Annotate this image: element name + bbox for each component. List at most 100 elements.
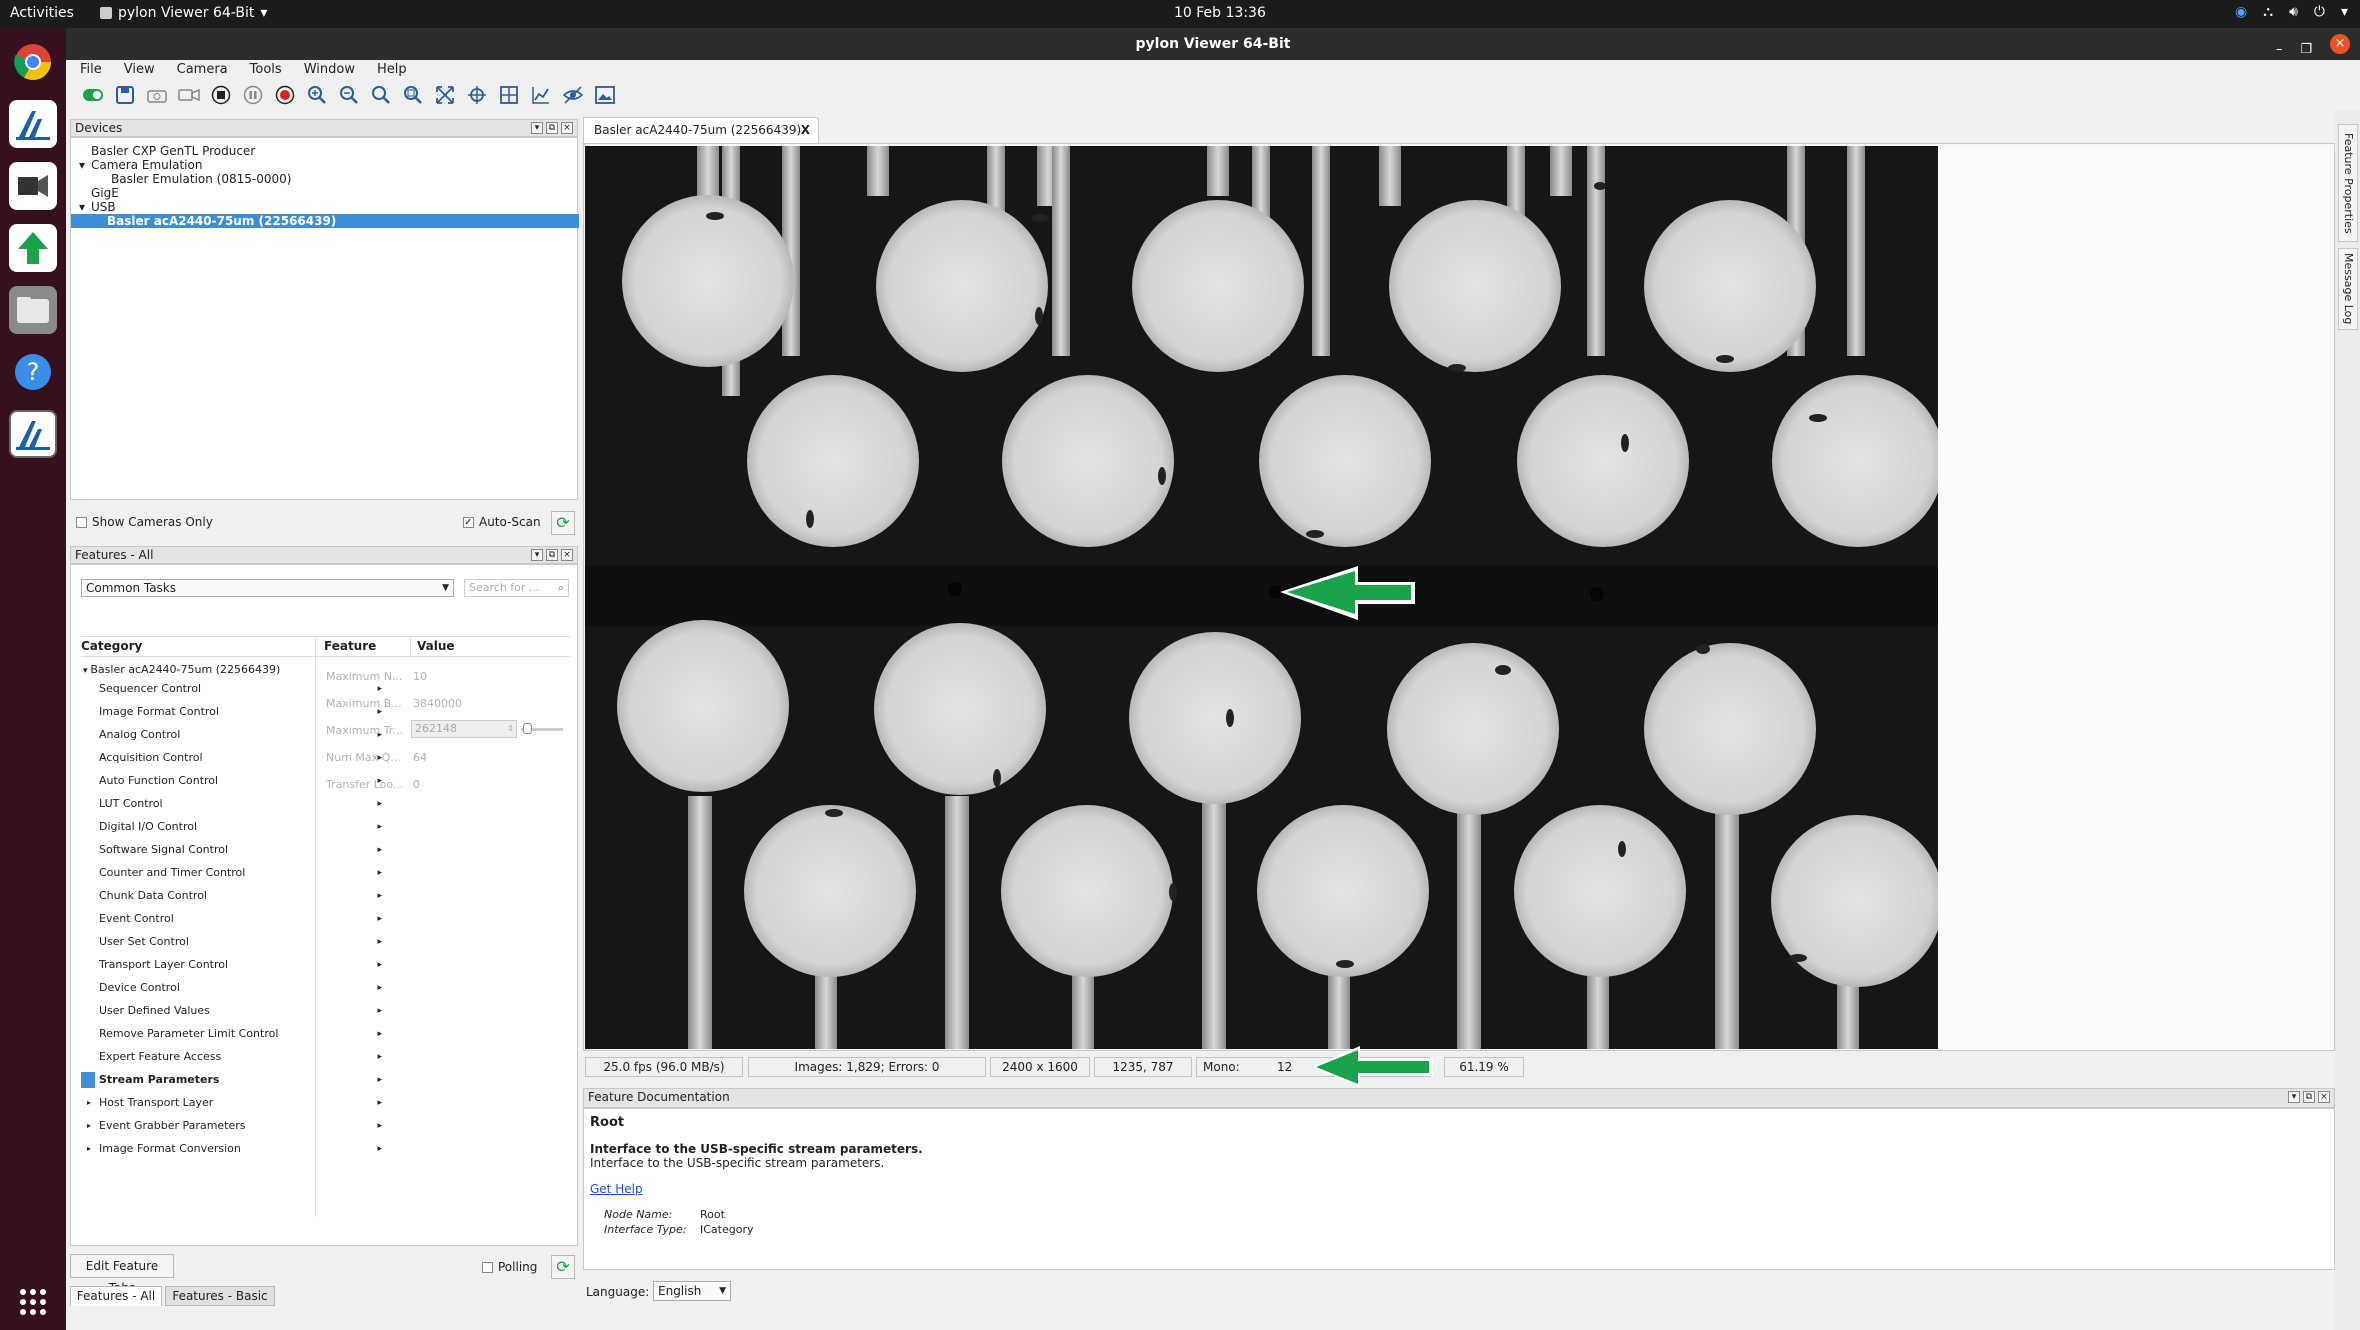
close-icon[interactable]: ×: [561, 122, 573, 134]
show-apps-icon[interactable]: [9, 1278, 57, 1326]
category-expert-feature-access[interactable]: Expert Feature Access ▸: [99, 1047, 384, 1067]
zoom-fit-icon[interactable]: [400, 82, 426, 108]
category-user-set-control[interactable]: User Set Control ▸: [99, 932, 384, 952]
close-icon[interactable]: ×: [2330, 34, 2350, 54]
column-header-category[interactable]: Category: [81, 637, 142, 655]
search-input[interactable]: Search for ... ⌕: [464, 579, 569, 597]
collapse-icon[interactable]: ▾: [531, 549, 543, 561]
power-icon[interactable]: ⏻: [2314, 4, 2325, 20]
stop-icon[interactable]: [208, 82, 234, 108]
column-header-feature[interactable]: Feature: [324, 637, 376, 655]
tab-message-log[interactable]: Message Log: [2338, 248, 2358, 330]
category-lut-control[interactable]: LUT Control ▸: [99, 794, 384, 814]
save-icon[interactable]: [112, 82, 138, 108]
expander-icon[interactable]: ▾: [79, 200, 91, 214]
category-event-control[interactable]: Event Control ▸: [99, 909, 384, 929]
refresh-devices-button[interactable]: ⟳: [551, 511, 575, 535]
feature-name[interactable]: Transfer Loo...: [326, 778, 403, 791]
volume-icon[interactable]: 🔊︎: [2289, 4, 2298, 20]
menu-view[interactable]: View: [124, 60, 155, 80]
tree-item-cxp[interactable]: Basler CXP GenTL Producer: [75, 144, 577, 158]
collapse-icon[interactable]: ▾: [531, 122, 543, 134]
category-chunk-data-control[interactable]: Chunk Data Control ▸: [99, 886, 384, 906]
refresh-features-button[interactable]: ⟳: [551, 1255, 575, 1279]
close-icon[interactable]: ×: [561, 549, 573, 561]
activities-button[interactable]: Activities: [10, 5, 74, 21]
feature-name[interactable]: Maximum Tr...: [326, 724, 403, 737]
single-shot-icon[interactable]: [144, 82, 170, 108]
category-device-control[interactable]: Device Control ▸: [99, 978, 384, 998]
category-root[interactable]: ▾ Basler acA2440-75um (22566439): [83, 661, 280, 680]
tab-features-basic[interactable]: Features - Basic: [165, 1286, 275, 1306]
get-help-link[interactable]: Get Help: [590, 1182, 2328, 1196]
expander-icon[interactable]: ▸: [87, 1116, 91, 1136]
update-icon[interactable]: ◉: [2235, 4, 2247, 20]
category-image-format-conversion[interactable]: ▸ Image Format Conversion ▸: [87, 1139, 384, 1159]
checkbox-checked-icon[interactable]: ✓: [463, 517, 474, 528]
menu-tools[interactable]: Tools: [250, 60, 282, 80]
max-transfer-spinbox[interactable]: 262148 ⇕: [411, 720, 517, 738]
chrome-icon[interactable]: [9, 38, 57, 86]
app-menu[interactable]: pylon Viewer 64-Bit ▾: [100, 5, 267, 21]
common-tasks-dropdown[interactable]: Common Tasks ▼: [81, 579, 454, 597]
help-icon[interactable]: ?: [9, 348, 57, 396]
camera-tool-icon[interactable]: [9, 162, 57, 210]
hide-overlay-icon[interactable]: [560, 82, 586, 108]
menu-file[interactable]: File: [80, 60, 102, 80]
files-icon[interactable]: [9, 286, 57, 334]
zoom-in-icon[interactable]: [304, 82, 330, 108]
tree-item-emulation-camera[interactable]: Basler Emulation (0815-0000): [75, 172, 577, 186]
close-icon[interactable]: ×: [2318, 1091, 2330, 1103]
upload-icon[interactable]: [9, 224, 57, 272]
checkbox-icon[interactable]: [76, 517, 87, 528]
column-header-value[interactable]: Value: [417, 637, 455, 655]
category-host-transport-layer[interactable]: ▸ Host Transport Layer ▸: [87, 1093, 384, 1113]
collapse-icon[interactable]: ▾: [2288, 1091, 2300, 1103]
tree-item-camera-emulation[interactable]: ▾ Camera Emulation: [75, 158, 577, 172]
expander-icon[interactable]: ▸: [87, 1139, 91, 1159]
close-tab-icon[interactable]: X: [801, 118, 810, 143]
network-icon[interactable]: ⛬: [2263, 4, 2273, 20]
camera-image[interactable]: [585, 146, 1938, 1049]
spin-arrows-icon[interactable]: ⇕: [507, 721, 514, 737]
auto-scan-checkbox[interactable]: ✓ Auto-Scan: [463, 515, 541, 529]
menu-camera[interactable]: Camera: [177, 60, 228, 80]
language-dropdown[interactable]: English ▼: [653, 1281, 731, 1301]
category-event-grabber-parameters[interactable]: ▸ Event Grabber Parameters ▸: [87, 1116, 384, 1136]
float-icon[interactable]: ⧉: [546, 122, 558, 134]
edit-feature-tabs-button[interactable]: Edit Feature Tabs: [70, 1254, 174, 1295]
chevron-down-icon[interactable]: ▾: [2341, 4, 2348, 20]
show-cameras-only-checkbox[interactable]: Show Cameras Only: [76, 515, 213, 529]
zoom-100-icon[interactable]: [368, 82, 394, 108]
float-icon[interactable]: ⧉: [546, 549, 558, 561]
category-stream-parameters-selected[interactable]: Stream Parameters ▸: [81, 1070, 384, 1090]
image-document-tab[interactable]: Basler acA2440-75um (22566439) X: [583, 117, 819, 143]
pylon-viewer-icon[interactable]: [9, 100, 57, 148]
category-user-defined-values[interactable]: User Defined Values ▸: [99, 1001, 384, 1021]
record-icon[interactable]: [272, 82, 298, 108]
feature-name[interactable]: Maximum B...: [326, 697, 402, 710]
image-icon[interactable]: [592, 82, 618, 108]
slider-handle[interactable]: [523, 723, 532, 734]
crosshair-icon[interactable]: [464, 82, 490, 108]
category-software-signal-control[interactable]: Software Signal Control ▸: [99, 840, 384, 860]
tree-item-usb-camera-selected[interactable]: Basler acA2440-75um (22566439): [71, 214, 579, 228]
system-tray[interactable]: ◉ ⛬ 🔊︎ ⏻ ▾: [2235, 4, 2348, 20]
zoom-out-icon[interactable]: [336, 82, 362, 108]
category-counter-timer-control[interactable]: Counter and Timer Control ▸: [99, 863, 384, 883]
expander-icon[interactable]: ▸: [87, 1093, 91, 1113]
checkbox-icon[interactable]: [482, 1262, 493, 1273]
tab-features-all[interactable]: Features - All: [70, 1286, 162, 1306]
grid-icon[interactable]: [496, 82, 522, 108]
continuous-shot-icon[interactable]: [176, 82, 202, 108]
tree-item-usb[interactable]: ▾ USB: [75, 200, 577, 214]
pause-icon[interactable]: [240, 82, 266, 108]
fullscreen-icon[interactable]: [432, 82, 458, 108]
menu-help[interactable]: Help: [377, 60, 407, 80]
category-remove-parameter-limit[interactable]: Remove Parameter Limit Control ▸: [99, 1024, 384, 1044]
category-digital-io-control[interactable]: Digital I/O Control ▸: [99, 817, 384, 837]
pylon-viewer-running-icon[interactable]: [9, 410, 57, 458]
feature-name[interactable]: Maximum N...: [326, 670, 402, 683]
line-chart-icon[interactable]: [528, 82, 554, 108]
open-device-icon[interactable]: [80, 82, 106, 108]
